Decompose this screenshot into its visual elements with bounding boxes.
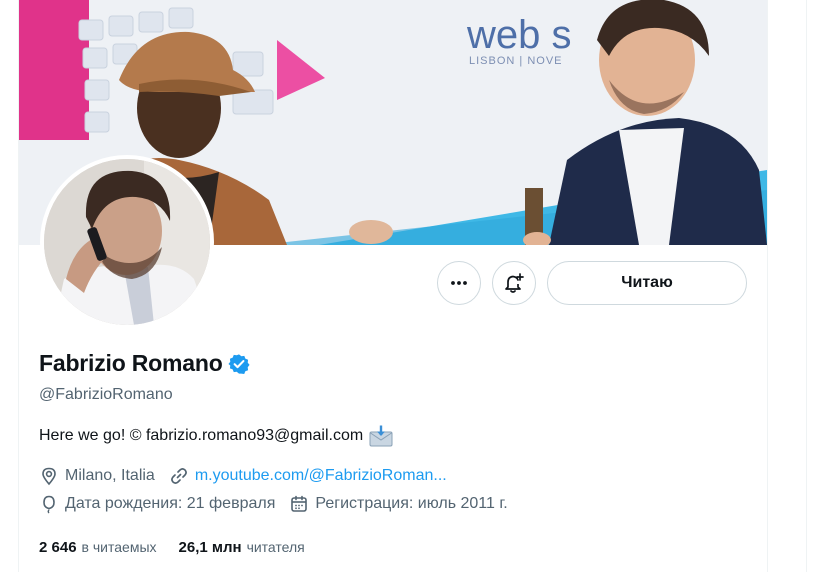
profile-meta-row-2: Дата рождения: 21 февраля Регистрация: и… xyxy=(39,494,522,514)
joined-item: Регистрация: июль 2011 г. xyxy=(289,494,508,514)
profile-handle: @FabrizioRomano xyxy=(39,386,173,403)
svg-text:LISBON | NOVE: LISBON | NOVE xyxy=(469,55,563,67)
location-pin-icon xyxy=(42,467,56,486)
following-count: 2 646 xyxy=(39,539,77,556)
more-horizontal-icon xyxy=(451,281,467,285)
location-text: Milano, Italia xyxy=(65,467,155,484)
name-row: Fabrizio Romano xyxy=(39,350,250,377)
svg-text:web s: web s xyxy=(466,13,572,57)
following-stat-link[interactable]: 2 646 в читаемых xyxy=(39,539,157,556)
calendar-icon xyxy=(291,495,308,512)
following-button[interactable]: Читаю xyxy=(547,261,747,305)
bio-text: Here we go! © fabrizio.romano93@gmail.co… xyxy=(39,427,364,444)
following-label: в читаемых xyxy=(81,539,157,555)
joined-text: Регистрация: июль 2011 г. xyxy=(315,495,508,512)
notifications-button[interactable] xyxy=(492,261,536,305)
more-options-button[interactable] xyxy=(437,261,481,305)
banner-sign: web s LISBON | NOVE xyxy=(466,13,572,67)
website-link[interactable]: m.youtube.com/@FabrizioRoman... xyxy=(195,467,447,485)
right-panel-edge xyxy=(806,0,823,572)
website-item[interactable]: m.youtube.com/@FabrizioRoman... xyxy=(169,466,447,486)
column-border-right xyxy=(767,0,768,572)
birthday-text: Дата рождения: 21 февраля xyxy=(65,495,276,512)
followers-stat-link[interactable]: 26,1 млн читателя xyxy=(179,539,305,556)
bell-plus-icon xyxy=(505,273,524,293)
followers-count: 26,1 млн xyxy=(178,539,242,556)
balloon-icon xyxy=(43,495,55,514)
verified-badge-icon[interactable] xyxy=(228,353,250,375)
following-button-label: Читаю xyxy=(621,274,673,291)
avatar-photo xyxy=(44,159,210,325)
profile-avatar[interactable] xyxy=(40,155,214,329)
profile-bio: Here we go! © fabrizio.romano93@gmail.co… xyxy=(39,425,393,447)
follow-stats: 2 646 в читаемых 26,1 млн читателя xyxy=(39,539,327,556)
location-item: Milano, Italia xyxy=(39,466,155,486)
followers-label: читателя xyxy=(246,539,305,555)
display-name: Fabrizio Romano xyxy=(39,350,223,376)
envelope-download-icon xyxy=(369,425,393,447)
birthday-item: Дата рождения: 21 февраля xyxy=(39,494,275,514)
profile-meta-row-1: Milano, Italia m.youtube.com/@FabrizioRo… xyxy=(39,466,461,486)
link-icon xyxy=(170,468,187,484)
